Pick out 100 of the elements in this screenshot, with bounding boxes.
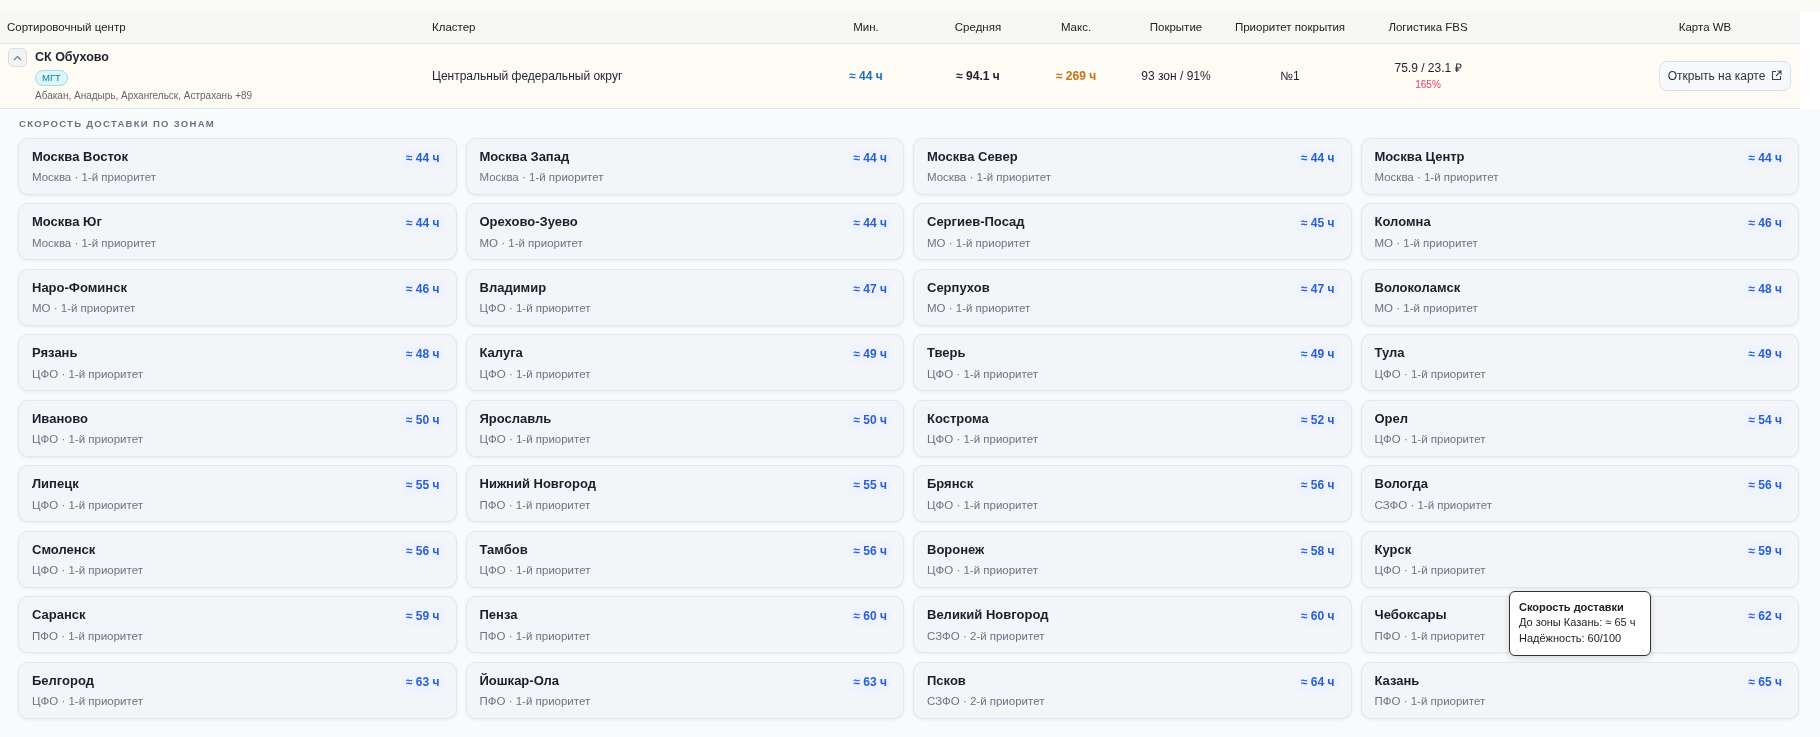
zone-subtitle: ПФО · 1-й приоритет <box>1374 628 1486 644</box>
delivery-time: ≈ 56 ч <box>1296 476 1339 496</box>
zone-subtitle: ЦФО · 1-й приоритет <box>927 563 1038 579</box>
zone-name: Серпухов <box>927 278 991 297</box>
zone-subtitle: СЗФО · 2-й приоритет <box>927 628 1046 644</box>
column-header: Кластер <box>432 20 476 33</box>
delivery-time: ≈ 56 ч <box>1744 476 1786 496</box>
delivery-time: ≈ 58 ч <box>1296 541 1339 561</box>
delivery-time: ≈ 65 ч <box>1744 672 1786 692</box>
delivery-time: ≈ 55 ч <box>401 476 444 496</box>
zone-name: Йошкар-Ола <box>479 671 561 690</box>
delivery-time: ≈ 50 ч <box>849 410 891 430</box>
zone-subtitle: МО · 1-й приоритет <box>1374 301 1478 317</box>
delivery-time: ≈ 64 ч <box>1296 672 1339 692</box>
zone-name: Кострома <box>927 409 990 428</box>
zone-subtitle: ЦФО · 1-й приоритет <box>1374 432 1486 448</box>
zone-subtitle: Москва · 1-й приоритет <box>479 170 604 186</box>
delivery-time: ≈ 60 ч <box>1296 607 1339 627</box>
section-title: СКОРОСТЬ ДОСТАВКИ ПО ЗОНАМ <box>19 116 217 131</box>
delivery-time: ≈ 48 ч <box>1744 279 1786 299</box>
delivery-time: ≈ 50 ч <box>401 410 444 430</box>
column-header: Карта WB <box>1678 20 1732 33</box>
zone-name: Москва Юг <box>32 213 103 232</box>
zone-name: Липецк <box>32 475 80 494</box>
zone-subtitle: МО · 1-й приоритет <box>32 301 136 317</box>
zone-subtitle: ЦФО · 1-й приоритет <box>32 497 143 513</box>
zone-name: Калуга <box>479 344 524 363</box>
zone-subtitle: ЦФО · 1-й приоритет <box>32 366 143 382</box>
delivery-time: ≈ 63 ч <box>849 672 891 692</box>
zone-name: Великий Новгород <box>927 606 1049 625</box>
delivery-time: ≈ 46 ч <box>1744 214 1786 234</box>
zone-name: Пенза <box>479 606 519 625</box>
delivery-time: ≈ 54 ч <box>1744 410 1786 430</box>
zone-subtitle: МО · 1-й приоритет <box>1374 235 1478 251</box>
average-time: ≈ 94.1 ч <box>956 68 1000 83</box>
column-header: Логистика FBS <box>1388 20 1468 33</box>
external-link-icon <box>1771 70 1783 81</box>
zone-name: Тула <box>1374 344 1406 363</box>
zone-subtitle: Москва · 1-й приоритет <box>32 235 156 251</box>
delivery-time: ≈ 49 ч <box>849 345 891 365</box>
zone-name: Нижний Новгород <box>479 475 596 494</box>
delivery-time: ≈ 47 ч <box>849 279 891 299</box>
zone-subtitle: ЦФО · 1-й приоритет <box>1374 563 1486 579</box>
zone-subtitle: ЦФО · 1-й приоритет <box>1374 366 1486 382</box>
min-time: ≈ 44 ч <box>849 68 883 83</box>
zone-name: Брянск <box>927 475 975 494</box>
delivery-time: ≈ 44 ч <box>1744 148 1786 168</box>
zone-subtitle: ПФО · 1-й приоритет <box>479 628 591 644</box>
zone-subtitle: МО · 1-й приоритет <box>927 235 1031 251</box>
delivery-time: ≈ 49 ч <box>1744 345 1786 365</box>
column-header: Приоритет покрытия <box>1234 20 1346 33</box>
tooltip: Скорость доставки До зоны Казань: ≈ 65 ч Надёжность: 60/100 <box>1509 590 1651 657</box>
zone-name: Белгород <box>32 671 95 690</box>
logistics-percent: 165% <box>1415 78 1441 92</box>
zone-name: Сергиев-Посад <box>927 213 1026 232</box>
delivery-time: ≈ 56 ч <box>401 541 444 561</box>
delivery-time: ≈ 44 ч <box>849 148 891 168</box>
zone-subtitle: ЦФО · 1-й приоритет <box>479 301 591 317</box>
zone-subtitle: Москва · 1-й приоритет <box>1374 170 1499 186</box>
zone-subtitle: ЦФО · 1-й приоритет <box>479 366 591 382</box>
delivery-time: ≈ 55 ч <box>849 476 891 496</box>
delivery-time: ≈ 56 ч <box>849 541 891 561</box>
zone-name: Саранск <box>32 606 87 625</box>
zone-subtitle: ПФО · 1-й приоритет <box>479 497 592 513</box>
cities-text: Абакан, Анадырь, Архангельск, Астрахань +89 <box>35 89 253 103</box>
cluster-cell: Центральный федеральный округ <box>432 68 623 83</box>
zone-name: Иваново <box>32 409 89 428</box>
coverage-cell: 93 зон / 91% <box>1141 68 1211 83</box>
delivery-time: ≈ 44 ч <box>401 148 444 168</box>
zone-name: Смоленск <box>32 540 97 559</box>
zone-subtitle: СЗФО · 1-й приоритет <box>1374 497 1492 513</box>
zone-name: Коломна <box>1374 213 1432 232</box>
zone-name: Москва Центр <box>1374 147 1466 166</box>
delivery-time: ≈ 49 ч <box>1296 345 1339 365</box>
zone-name: Владимир <box>479 278 548 297</box>
zone-name: Воронеж <box>927 540 986 559</box>
expand-button[interactable] <box>8 48 27 67</box>
zone-subtitle: ЦФО · 1-й приоритет <box>927 366 1038 382</box>
delivery-time: ≈ 44 ч <box>849 214 891 234</box>
zone-name: Курск <box>1374 540 1413 559</box>
zone-subtitle: Москва · 1-й приоритет <box>927 170 1051 186</box>
zone-name: Вологда <box>1374 475 1429 494</box>
zone-subtitle: ЦФО · 1-й приоритет <box>32 432 143 448</box>
zone-subtitle: ЦФО · 1-й приоритет <box>479 432 591 448</box>
column-header: Покрытие <box>1149 20 1203 33</box>
open-map-button[interactable]: Открыть на карте <box>1658 60 1792 91</box>
delivery-time: ≈ 46 ч <box>401 279 444 299</box>
delivery-time: ≈ 59 ч <box>1744 541 1786 561</box>
zone-subtitle: ПФО · 1-й приоритет <box>479 694 591 710</box>
delivery-time: ≈ 45 ч <box>1296 214 1339 234</box>
zone-subtitle: МО · 1-й приоритет <box>927 301 1031 317</box>
zone-name: Тамбов <box>479 540 529 559</box>
zone-subtitle: ЦФО · 1-й приоритет <box>927 432 1038 448</box>
delivery-time: ≈ 62 ч <box>1744 607 1786 627</box>
zone-name: Москва Запад <box>479 147 571 166</box>
zone-name: Рязань <box>32 344 79 363</box>
zone-name: Наро-Фоминск <box>32 278 128 297</box>
column-header: Мин. <box>853 20 879 33</box>
column-header: Макс. <box>1060 20 1092 33</box>
zone-subtitle: ПФО · 1-й приоритет <box>32 628 143 644</box>
